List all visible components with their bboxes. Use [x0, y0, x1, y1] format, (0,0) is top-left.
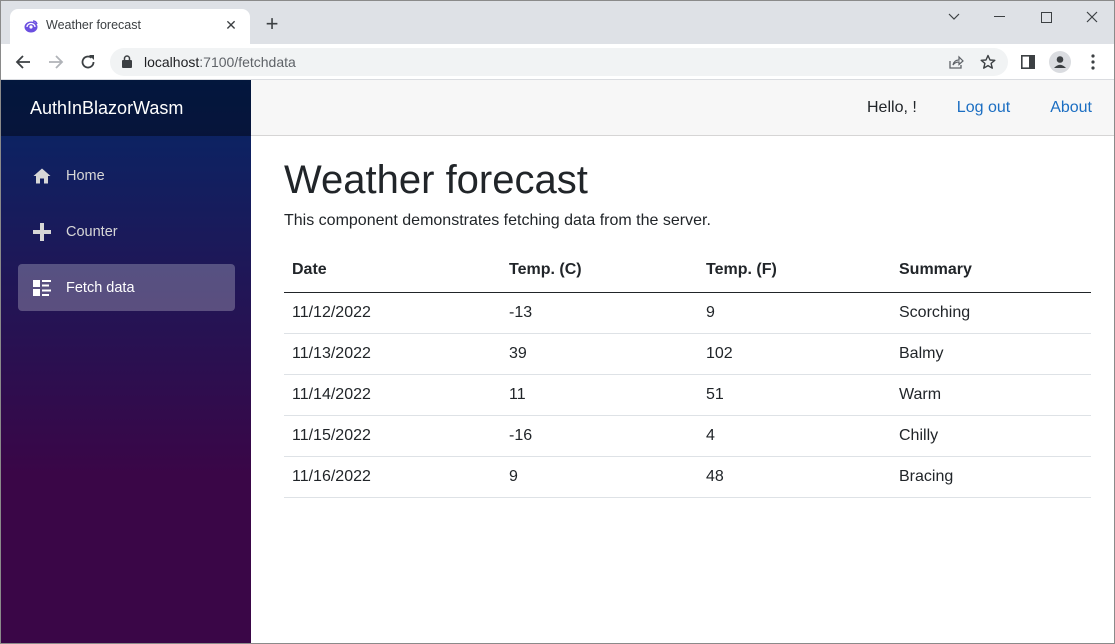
- cell-summary: Bracing: [891, 456, 1091, 498]
- menu-dots-icon[interactable]: [1081, 50, 1105, 74]
- sidebar-item-label: Counter: [66, 223, 118, 240]
- logout-link[interactable]: Log out: [957, 99, 1010, 117]
- title-bar: Weather forecast ✕ +: [1, 1, 1114, 44]
- plus-icon: [33, 222, 51, 241]
- table-row: 11/13/2022 39 102 Balmy: [284, 333, 1091, 375]
- cell-temp-c: -16: [501, 415, 698, 457]
- sidebar-item-home[interactable]: Home: [18, 152, 235, 199]
- bookmark-star-icon[interactable]: [979, 53, 997, 71]
- column-header-temp-f: Temp. (F): [698, 251, 891, 293]
- brand-row: AuthInBlazorWasm: [1, 80, 251, 136]
- column-header-temp-c: Temp. (C): [501, 251, 698, 293]
- cell-summary: Balmy: [891, 333, 1091, 375]
- share-icon[interactable]: [947, 53, 965, 71]
- about-link[interactable]: About: [1050, 99, 1092, 117]
- maximize-icon[interactable]: [1031, 6, 1061, 28]
- browser-tab[interactable]: Weather forecast ✕: [10, 9, 250, 44]
- page-description: This component demonstrates fetching dat…: [284, 212, 711, 229]
- content: Weather forecast This component demonstr…: [251, 136, 1114, 498]
- page-title: Weather forecast: [284, 158, 588, 202]
- back-icon[interactable]: [11, 50, 35, 74]
- sidebar: AuthInBlazorWasm Home Counter Fetch data: [1, 80, 251, 643]
- cell-temp-c: 9: [501, 456, 698, 498]
- browser-toolbar: localhost:7100/fetchdata: [1, 44, 1114, 80]
- cell-date: 11/12/2022: [284, 292, 501, 334]
- minimize-icon[interactable]: [985, 6, 1015, 28]
- home-icon: [33, 167, 51, 185]
- profile-avatar-icon[interactable]: [1048, 50, 1072, 74]
- forecast-table: Date Temp. (C) Temp. (F) Summary 11/12/2…: [284, 251, 1091, 498]
- sidebar-item-label: Fetch data: [66, 279, 135, 296]
- sidebar-item-counter[interactable]: Counter: [18, 208, 235, 255]
- cell-temp-f: 102: [698, 333, 891, 375]
- main-area: Hello, ! Log out About Weather forecast …: [251, 80, 1114, 643]
- close-window-icon[interactable]: [1077, 6, 1107, 28]
- cell-date: 11/13/2022: [284, 333, 501, 375]
- column-header-summary: Summary: [891, 251, 1091, 293]
- cell-date: 11/16/2022: [284, 456, 501, 498]
- side-panel-icon[interactable]: [1016, 50, 1040, 74]
- cell-temp-f: 51: [698, 374, 891, 416]
- url-text: localhost:7100/fetchdata: [144, 54, 296, 70]
- brand-link[interactable]: AuthInBlazorWasm: [30, 98, 183, 119]
- sidebar-item-label: Home: [66, 167, 105, 184]
- top-row: Hello, ! Log out About: [251, 80, 1114, 136]
- address-bar[interactable]: localhost:7100/fetchdata: [110, 48, 1008, 76]
- cell-temp-c: 11: [501, 374, 698, 416]
- cell-date: 11/15/2022: [284, 415, 501, 457]
- sidebar-nav: Home Counter Fetch data: [1, 136, 251, 311]
- cell-summary: Chilly: [891, 415, 1091, 457]
- browser-window: Weather forecast ✕ + localhost:7100/fetc…: [0, 0, 1115, 644]
- cell-temp-f: 9: [698, 292, 891, 334]
- reload-icon[interactable]: [76, 50, 100, 74]
- tab-title: Weather forecast: [46, 18, 141, 32]
- forward-icon[interactable]: [44, 50, 68, 74]
- table-row: 11/14/2022 11 51 Warm: [284, 374, 1091, 416]
- tab-search-icon[interactable]: [939, 6, 969, 28]
- table-row: 11/16/2022 9 48 Bracing: [284, 456, 1091, 498]
- cell-temp-c: 39: [501, 333, 698, 375]
- sidebar-item-fetch-data[interactable]: Fetch data: [18, 264, 235, 311]
- table-header-row: Date Temp. (C) Temp. (F) Summary: [284, 251, 1091, 293]
- cell-summary: Warm: [891, 374, 1091, 416]
- cell-temp-c: -13: [501, 292, 698, 334]
- greeting-text: Hello, !: [867, 98, 917, 116]
- table-row: 11/15/2022 -16 4 Chilly: [284, 415, 1091, 457]
- cell-summary: Scorching: [891, 292, 1091, 334]
- lock-icon: [122, 55, 132, 68]
- cell-temp-f: 48: [698, 456, 891, 498]
- page: AuthInBlazorWasm Home Counter Fetch data…: [1, 80, 1114, 643]
- blazor-favicon-icon: [24, 20, 38, 33]
- new-tab-button[interactable]: +: [261, 13, 283, 36]
- tab-close-icon[interactable]: ✕: [222, 16, 240, 34]
- cell-temp-f: 4: [698, 415, 891, 457]
- column-header-date: Date: [284, 251, 501, 293]
- cell-date: 11/14/2022: [284, 374, 501, 416]
- list-rich-icon: [33, 279, 51, 297]
- table-row: 11/12/2022 -13 9 Scorching: [284, 292, 1091, 334]
